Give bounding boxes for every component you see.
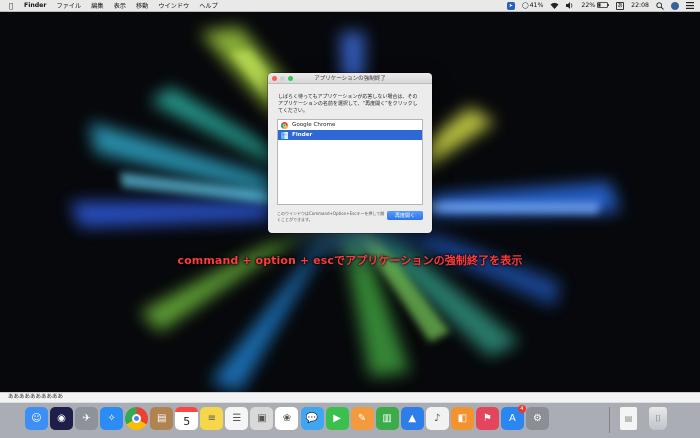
spotlight-icon[interactable]: [656, 1, 664, 10]
finder-icon: [281, 131, 288, 139]
contacts-icon[interactable]: ▤: [150, 407, 174, 430]
app-name: Finder: [292, 132, 313, 138]
calendar-icon[interactable]: 5: [175, 407, 199, 430]
battery-icon: [597, 1, 609, 10]
appstore-badge: 4: [517, 405, 526, 413]
app-list[interactable]: Google Chrome Finder: [277, 119, 423, 205]
apple-icon[interactable]: : [6, 2, 16, 10]
siri-icon[interactable]: ◉: [50, 407, 74, 430]
app-name: Google Chrome: [292, 122, 336, 128]
wifi-icon[interactable]: [550, 2, 559, 9]
clock[interactable]: 22:08: [631, 2, 649, 9]
chrome-icon: [281, 121, 288, 129]
dock: ☺ ◉ ✈ ✧ ▤ 5 ≡ ☰ ▣ ❀ 💬 ▶ ✎ ▥ ▲ ♪ ◧ ⚑ A 4 ⚙ ▤ ⌷: [0, 402, 700, 438]
launchpad-icon[interactable]: ✈: [75, 407, 99, 430]
caption-text: command + option + escでアプリケーションの強制終了を表示: [177, 254, 523, 267]
notes-icon[interactable]: ≡: [200, 407, 224, 430]
preview-icon[interactable]: ▣: [250, 407, 274, 430]
menu-bar:  Finder ファイル 編集 表示 移動 ウインドウ ヘルプ ➤ ◯ 41%…: [0, 0, 700, 12]
keynote-icon[interactable]: ▲: [400, 407, 424, 430]
dialog-titlebar[interactable]: アプリケーションの強制終了: [268, 73, 432, 84]
appstore-icon[interactable]: A4: [500, 405, 526, 430]
minimize-button[interactable]: [280, 76, 285, 81]
flag-app-icon[interactable]: ⚑: [475, 407, 499, 430]
calendar-day: 5: [183, 414, 191, 428]
volume-icon[interactable]: [566, 2, 574, 9]
finder-icon[interactable]: ☺: [25, 407, 48, 430]
safari-icon[interactable]: ✧: [100, 407, 124, 430]
dock-separator: [609, 407, 610, 433]
menu-window[interactable]: ウインドウ: [158, 1, 189, 10]
zoom-button[interactable]: [288, 76, 293, 81]
battery-status[interactable]: 22%: [581, 1, 609, 10]
battery-status-small[interactable]: ◯ 41%: [522, 2, 543, 9]
menu-go[interactable]: 移動: [136, 1, 148, 10]
numbers-icon[interactable]: ▥: [375, 407, 399, 430]
chrome-icon[interactable]: [125, 407, 149, 430]
trash-icon[interactable]: ⌷: [649, 407, 667, 430]
menu-app-name[interactable]: Finder: [24, 2, 46, 9]
battery-small-label: 41%: [529, 2, 544, 9]
user-avatar-icon[interactable]: [671, 1, 679, 10]
notification-center-icon[interactable]: [686, 2, 694, 9]
menu-edit[interactable]: 編集: [91, 1, 103, 10]
screenshot-tool-icon[interactable]: ➤: [506, 1, 515, 10]
relaunch-button[interactable]: 再度開く: [387, 211, 423, 220]
pages-icon[interactable]: ✎: [350, 407, 374, 430]
app-row-chrome[interactable]: Google Chrome: [278, 120, 422, 130]
input-strip: ああああああああああ: [0, 392, 700, 402]
dialog-hint: このウインドウはCommand+Option+Escキーを押して開くことができま…: [277, 211, 385, 222]
music-icon[interactable]: ♪: [425, 407, 449, 430]
facetime-icon[interactable]: ▶: [325, 407, 349, 430]
photos-icon[interactable]: ❀: [275, 407, 299, 430]
dialog-message: しばらく待ってもアプリケーションが応答しない場合は、そのアプリケーションの名前を…: [278, 94, 418, 114]
close-button[interactable]: [272, 76, 277, 81]
force-quit-dialog: アプリケーションの強制終了 しばらく待ってもアプリケーションが応答しない場合は、…: [268, 73, 432, 233]
menu-file[interactable]: ファイル: [56, 1, 81, 10]
menu-help[interactable]: ヘルプ: [199, 1, 218, 10]
reminders-icon[interactable]: ☰: [225, 407, 249, 430]
sync-icon: ◯: [521, 2, 529, 9]
messages-icon[interactable]: 💬: [300, 407, 324, 430]
input-method-badge[interactable]: あ: [616, 1, 625, 10]
menu-view[interactable]: 表示: [114, 1, 126, 10]
books-icon[interactable]: ◧: [450, 407, 474, 430]
system-preferences-icon[interactable]: ⚙: [525, 407, 549, 430]
chrome-center: [132, 414, 142, 423]
document-icon[interactable]: ▤: [620, 407, 637, 430]
battery-label: 22%: [581, 2, 596, 9]
app-row-finder[interactable]: Finder: [278, 130, 422, 140]
dialog-title: アプリケーションの強制終了: [314, 76, 386, 82]
